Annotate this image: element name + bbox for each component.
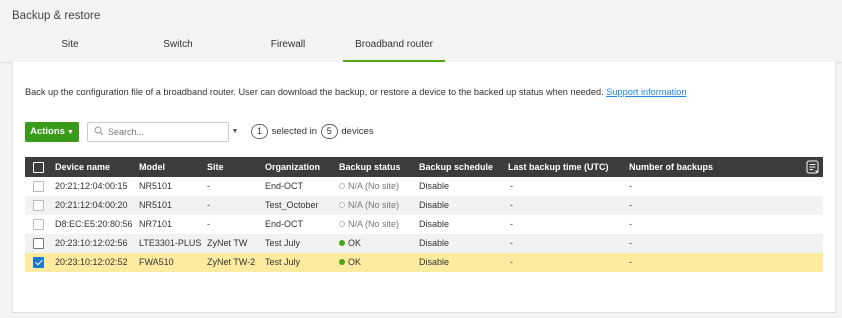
actions-button[interactable]: Actions ▼ xyxy=(25,122,79,142)
model: NR5101 xyxy=(139,181,173,191)
description: Back up the configuration file of a broa… xyxy=(25,87,686,97)
page-title: Backup & restore xyxy=(12,10,101,22)
model: FWA510 xyxy=(139,257,174,267)
description-text: Back up the configuration file of a broa… xyxy=(25,87,604,97)
select-all-checkbox[interactable] xyxy=(33,162,44,173)
organization: Test_October xyxy=(265,200,319,210)
tab-bar: Site Switch Firewall Broadband router xyxy=(0,30,842,63)
last-backup-time: - xyxy=(510,219,513,229)
devices-text: devices xyxy=(341,126,374,137)
status-ok-icon xyxy=(339,258,345,265)
backup-status-text: N/A (No site) xyxy=(348,181,400,191)
backup-status-text: OK xyxy=(348,257,362,267)
col-organization[interactable]: Organization xyxy=(265,157,320,177)
table-row[interactable]: 20:21:12:04:00:15 NR5101 - End-OCT N/A (… xyxy=(25,177,823,196)
selected-text: selected in xyxy=(271,126,318,137)
last-backup-time: - xyxy=(510,200,513,210)
col-device-name[interactable]: Device name xyxy=(55,157,110,177)
search-box[interactable] xyxy=(87,122,229,142)
model: NR5101 xyxy=(139,200,173,210)
device-count: 5 xyxy=(320,124,338,139)
tab-switch[interactable]: Switch xyxy=(148,30,208,60)
organization: Test July xyxy=(265,257,301,267)
model: NR7101 xyxy=(139,219,173,229)
backup-status: N/A (No site) xyxy=(339,215,399,234)
col-backup-status[interactable]: Backup status xyxy=(339,157,401,177)
table-row[interactable]: 20:21:12:04:00:20 NR5101 - Test_October … xyxy=(25,196,823,215)
table-row[interactable]: 20:23:10:12:02:52 FWA510 ZyNet TW-2 Test… xyxy=(25,253,823,272)
backup-schedule: Disable xyxy=(419,257,450,267)
tab-firewall[interactable]: Firewall xyxy=(258,30,318,60)
device-name: 20:23:10:12:02:52 xyxy=(55,257,128,267)
table-row[interactable]: 20:23:10:12:02:56 LTE3301-PLUS ZyNet TW … xyxy=(25,234,823,253)
status-na-icon xyxy=(339,201,345,208)
site: ZyNet TW xyxy=(207,238,248,248)
row-checkbox[interactable] xyxy=(33,238,44,249)
col-number-of-backups[interactable]: Number of backups xyxy=(629,157,713,177)
backup-status-text: N/A (No site) xyxy=(348,200,400,210)
device-name: 20:23:10:12:02:56 xyxy=(55,238,128,248)
model: LTE3301-PLUS xyxy=(139,238,202,248)
last-backup-time: - xyxy=(510,181,513,191)
backup-status-text: N/A (No site) xyxy=(348,219,400,229)
device-name: 20:21:12:04:00:15 xyxy=(55,181,128,191)
device-name: 20:21:12:04:00:20 xyxy=(55,200,128,210)
number-of-backups: - xyxy=(629,238,632,248)
status-ok-icon xyxy=(339,239,345,246)
selected-count: 1 xyxy=(251,124,269,139)
chevron-down-icon: ▼ xyxy=(66,129,74,136)
number-of-backups: - xyxy=(629,219,632,229)
table-row[interactable]: D8:EC:E5:20:80:56 NR7101 - End-OCT N/A (… xyxy=(25,215,823,234)
last-backup-time: - xyxy=(510,257,513,267)
backup-status: OK xyxy=(339,253,361,272)
organization: End-OCT xyxy=(265,181,304,191)
backup-schedule: Disable xyxy=(419,219,450,229)
search-input[interactable] xyxy=(108,125,223,138)
search-icon xyxy=(94,126,104,136)
actions-label: Actions xyxy=(30,126,65,137)
tab-site[interactable]: Site xyxy=(40,30,100,60)
col-backup-schedule[interactable]: Backup schedule xyxy=(419,157,493,177)
site: - xyxy=(207,200,210,210)
organization: End-OCT xyxy=(265,219,304,229)
support-information-link[interactable]: Support information xyxy=(606,87,686,97)
status-na-icon xyxy=(339,182,345,189)
site: - xyxy=(207,181,210,191)
row-checkbox[interactable] xyxy=(33,181,44,192)
col-model[interactable]: Model xyxy=(139,157,165,177)
column-settings-icon[interactable] xyxy=(806,160,820,174)
number-of-backups: - xyxy=(629,200,632,210)
content-panel: Back up the configuration file of a broa… xyxy=(12,62,836,313)
last-backup-time: - xyxy=(510,238,513,248)
site: ZyNet TW-2 xyxy=(207,257,256,267)
selection-summary: 1 selected in 5 devices xyxy=(250,124,374,140)
number-of-backups: - xyxy=(629,257,632,267)
row-checkbox[interactable] xyxy=(33,257,44,268)
backup-status: N/A (No site) xyxy=(339,177,399,196)
table-header: Device name Model Site Organization Back… xyxy=(25,157,823,177)
backup-schedule: Disable xyxy=(419,238,450,248)
device-name: D8:EC:E5:20:80:56 xyxy=(55,219,133,229)
backup-schedule: Disable xyxy=(419,200,450,210)
number-of-backups: - xyxy=(629,181,632,191)
organization: Test July xyxy=(265,238,301,248)
col-last-backup-time[interactable]: Last backup time (UTC) xyxy=(508,157,609,177)
row-checkbox[interactable] xyxy=(33,200,44,211)
backup-status-text: OK xyxy=(348,238,362,248)
tab-broadband-router[interactable]: Broadband router xyxy=(343,30,445,62)
backup-status: N/A (No site) xyxy=(339,196,399,215)
search-dropdown-icon[interactable]: ▼ xyxy=(229,122,241,142)
site: - xyxy=(207,219,210,229)
backup-status: OK xyxy=(339,234,361,253)
backup-schedule: Disable xyxy=(419,181,450,191)
status-na-icon xyxy=(339,220,345,227)
row-checkbox[interactable] xyxy=(33,219,44,230)
col-site[interactable]: Site xyxy=(207,157,224,177)
